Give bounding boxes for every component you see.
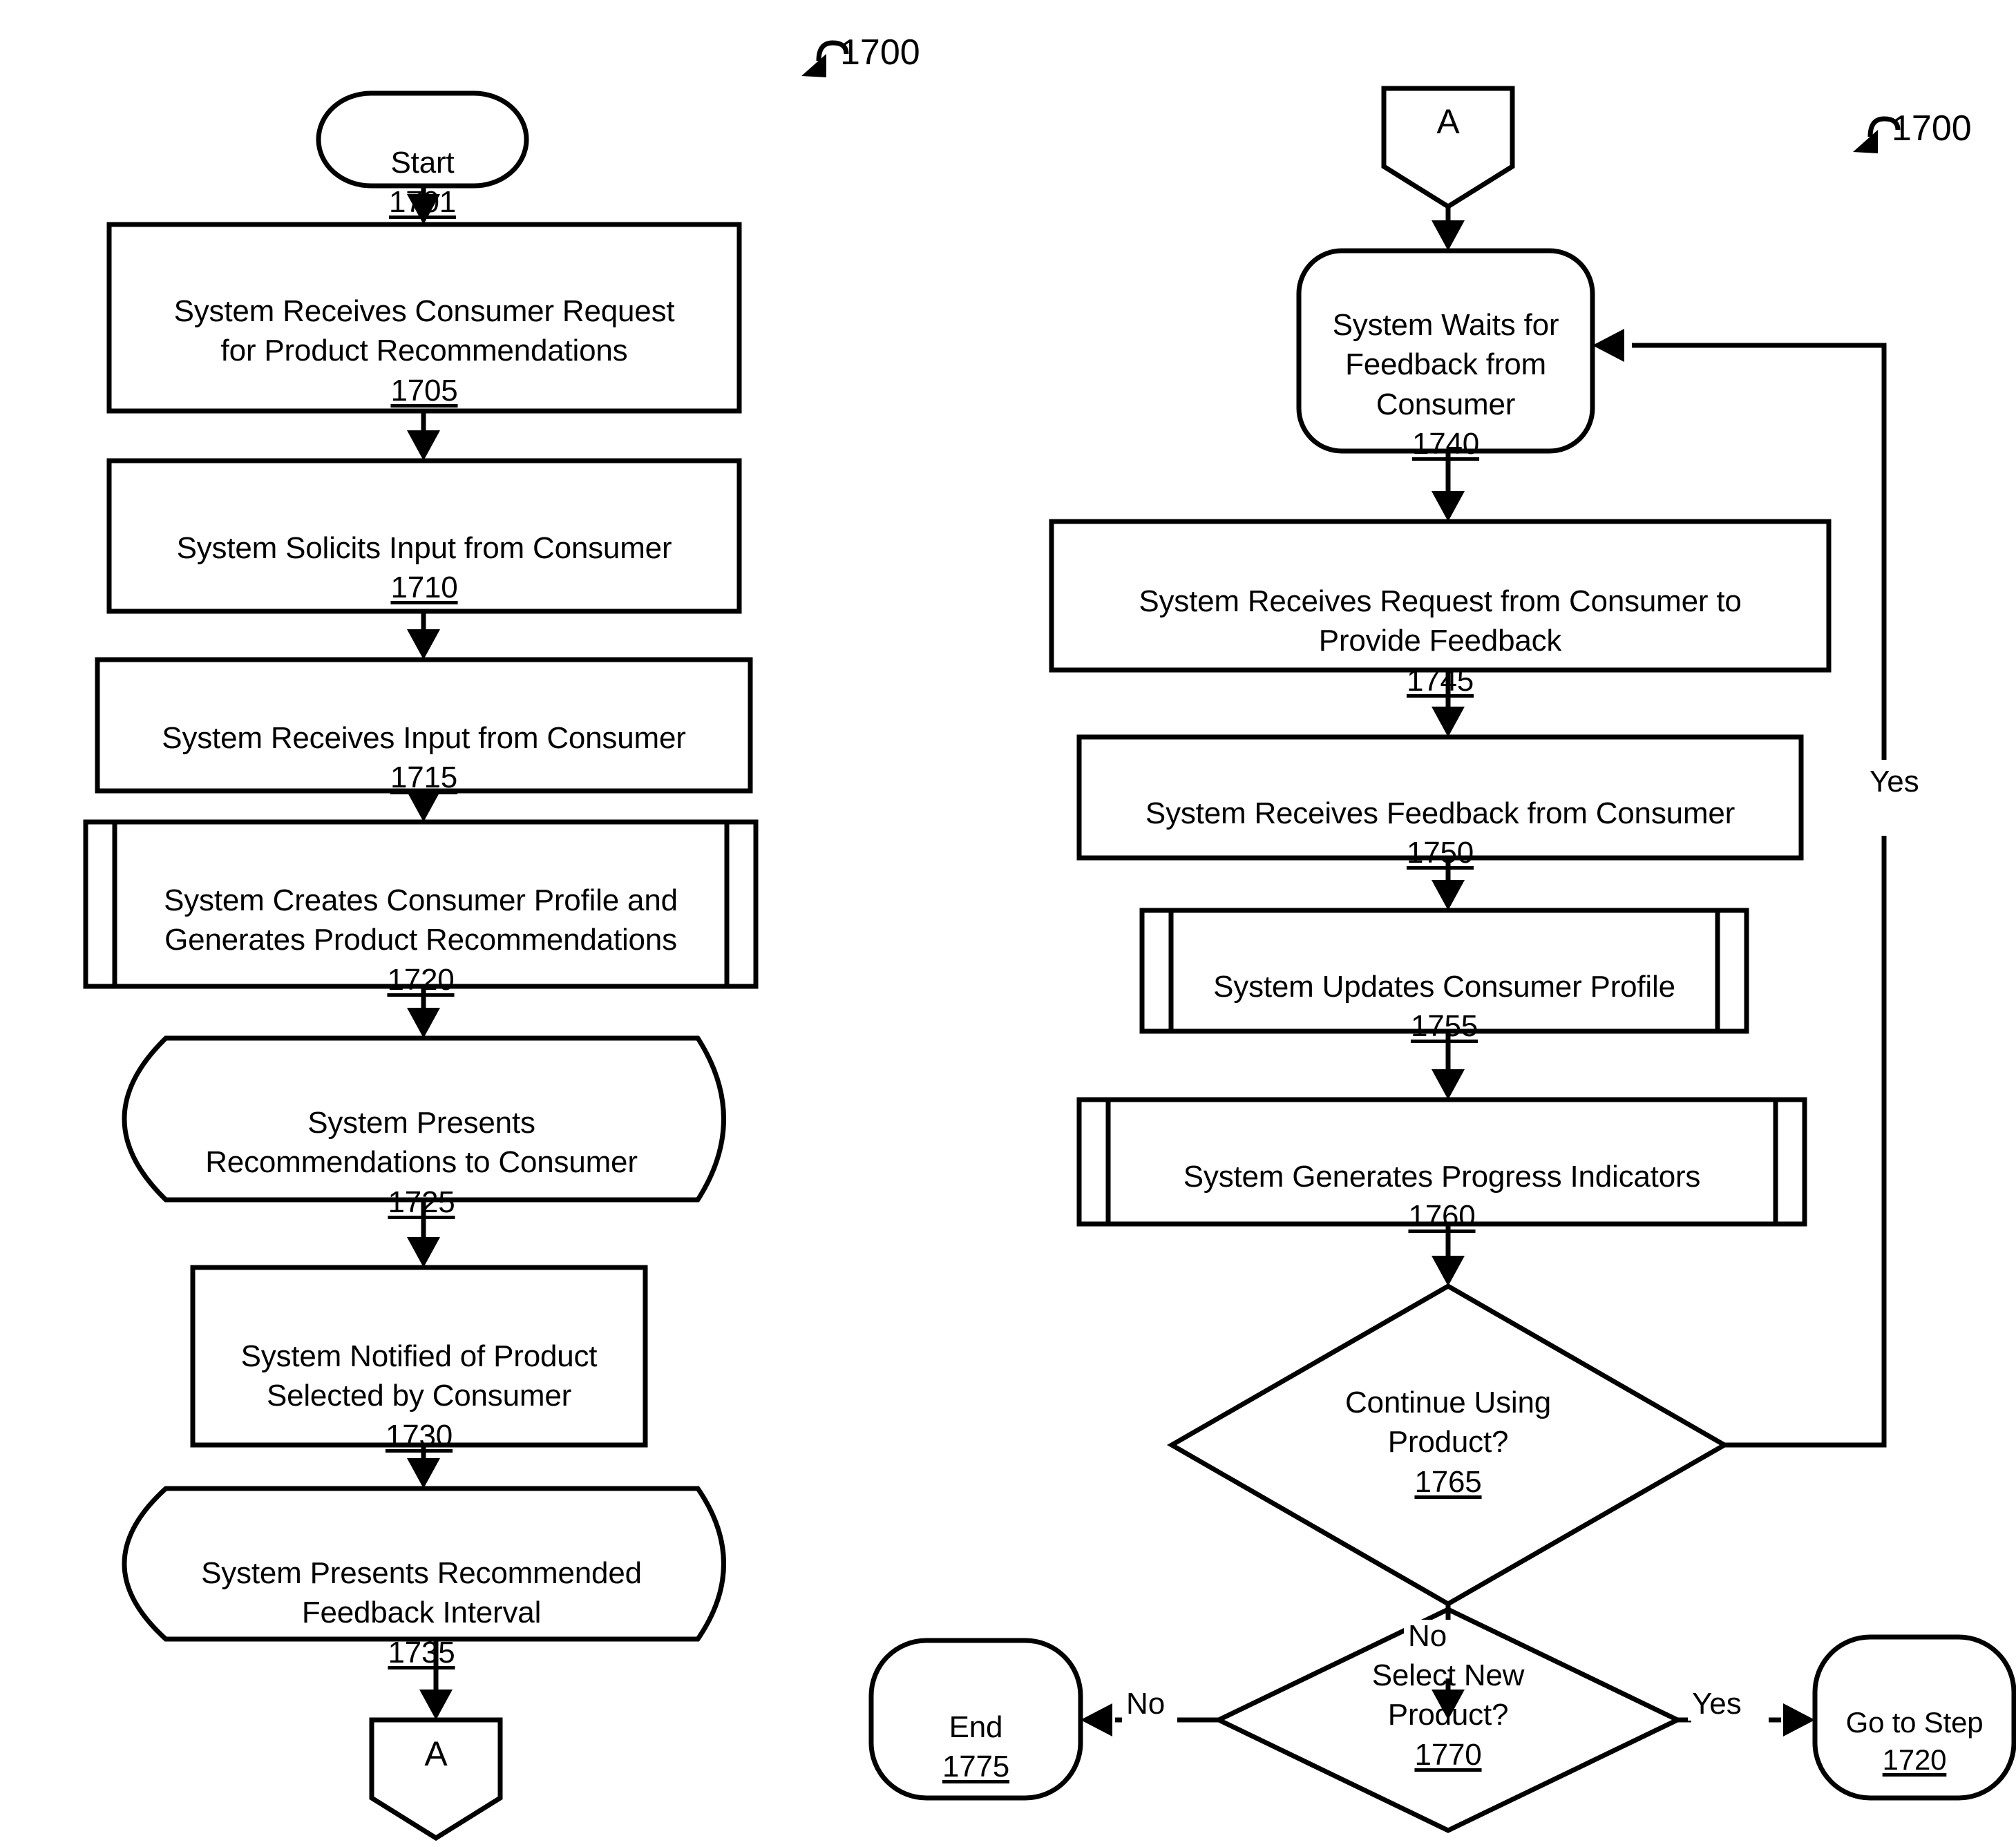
label-diamond-1765: Continue Using Product? 1765 (1241, 1343, 1655, 1541)
label-predefined-1720-number: 1720 (387, 962, 455, 997)
label-display-1735-text: System Presents Recommended Feedback Int… (201, 1556, 642, 1630)
edge-label-select-no: No (1122, 1687, 1170, 1721)
reference-arrowhead-right (1853, 130, 1878, 153)
label-process-1730-text: System Notified of Product Selected by C… (240, 1339, 598, 1413)
label-predefined-1720: System Creates Consumer Profile and Gene… (115, 841, 727, 1039)
label-predefined-1720-text: System Creates Consumer Profile and Gene… (164, 883, 678, 957)
label-process-1730-number: 1730 (385, 1418, 453, 1453)
label-diamond-1765-text: Continue Using Product? (1344, 1386, 1552, 1460)
label-process-1715-number: 1715 (390, 760, 458, 795)
label-display-1735-number: 1735 (388, 1635, 455, 1669)
label-process-1750-text: System Receives Feedback from Consumer (1145, 796, 1736, 831)
edge-label-continue-no: No (1404, 1619, 1452, 1654)
label-process-1705-text: System Receives Consumer Request for Pro… (173, 294, 675, 368)
label-process-1745: System Receives Request from Consumer to… (1052, 542, 1829, 740)
label-start-1701-text: Start (390, 146, 455, 180)
edge-label-select-yes: Yes (1688, 1687, 1746, 1721)
label-terminal-end-1775-text: End (949, 1710, 1003, 1745)
label-start-1701-number: 1701 (388, 185, 457, 220)
label-process-1710-text: System Solicits Input from Consumer (176, 531, 672, 566)
label-process-1715: System Receives Input from Consumer 1715 (97, 679, 750, 837)
label-terminal-goto-1720-number: 1720 (1882, 1743, 1947, 1777)
figure-reference-left: 1700 (840, 32, 920, 73)
label-rounded-1740-text: System Waits for Feedback from Consumer (1332, 308, 1559, 421)
flowchart-canvas: 1700 1700 Start 1701 System Receives Con… (0, 0, 2016, 1847)
label-rounded-1740: System Waits for Feedback from Consumer … (1299, 266, 1592, 503)
label-process-1750: System Receives Feedback from Consumer 1… (1079, 754, 1801, 912)
label-start-1701: Start 1701 (318, 104, 526, 262)
label-process-1750-number: 1750 (1406, 836, 1474, 870)
label-predefined-1755-text: System Updates Consumer Profile (1213, 970, 1675, 1004)
label-diamond-1770-number: 1770 (1414, 1737, 1482, 1772)
label-predefined-1760: System Generates Progress Indicators 176… (1108, 1118, 1776, 1276)
edge-label-continue-yes: Yes (1865, 765, 1923, 799)
label-process-1705: System Receives Consumer Request for Pro… (109, 252, 739, 450)
label-diamond-1765-number: 1765 (1414, 1464, 1482, 1499)
label-process-1715-text: System Receives Input from Consumer (162, 721, 686, 756)
label-display-1735: System Presents Recommended Feedback Int… (124, 1514, 719, 1712)
label-process-1745-text: System Receives Request from Consumer to… (1139, 584, 1742, 658)
label-rounded-1740-number: 1740 (1411, 426, 1480, 461)
arrowhead-1770-end-1775 (1081, 1703, 1112, 1736)
label-terminal-goto-1720-text: Go to Step (1845, 1705, 1984, 1739)
label-process-1705-number: 1705 (390, 373, 458, 408)
label-display-1725-number: 1725 (388, 1185, 455, 1219)
label-display-1725: System Presents Recommendations to Consu… (124, 1064, 719, 1261)
arrowhead-loop-yes-1740 (1592, 329, 1624, 362)
label-process-1710-number: 1710 (390, 571, 458, 605)
label-connector-a-top: A (1436, 102, 1460, 141)
arrowhead-connectora-1740 (1432, 220, 1465, 251)
label-predefined-1760-text: System Generates Progress Indicators (1183, 1160, 1701, 1194)
label-terminal-goto-1720: Go to Step 1720 (1808, 1666, 2016, 1817)
label-predefined-1755: System Updates Consumer Profile 1755 (1171, 928, 1718, 1086)
figure-reference-right: 1700 (1892, 108, 1972, 149)
label-process-1710: System Solicits Input from Consumer 1710 (109, 489, 739, 647)
label-terminal-end-1775-number: 1775 (942, 1750, 1010, 1784)
label-terminal-end-1775: End 1775 (871, 1668, 1081, 1826)
label-predefined-1755-number: 1755 (1410, 1009, 1478, 1044)
label-connector-a-bottom: A (424, 1734, 448, 1773)
label-predefined-1760-number: 1760 (1408, 1199, 1476, 1234)
label-display-1725-text: System Presents Recommendations to Consu… (205, 1106, 638, 1180)
label-diamond-1770-text: Select New Product? (1371, 1658, 1525, 1732)
label-process-1730: System Notified of Product Selected by C… (193, 1297, 645, 1495)
reference-arrowhead-left (801, 54, 826, 77)
label-process-1745-number: 1745 (1406, 663, 1474, 698)
